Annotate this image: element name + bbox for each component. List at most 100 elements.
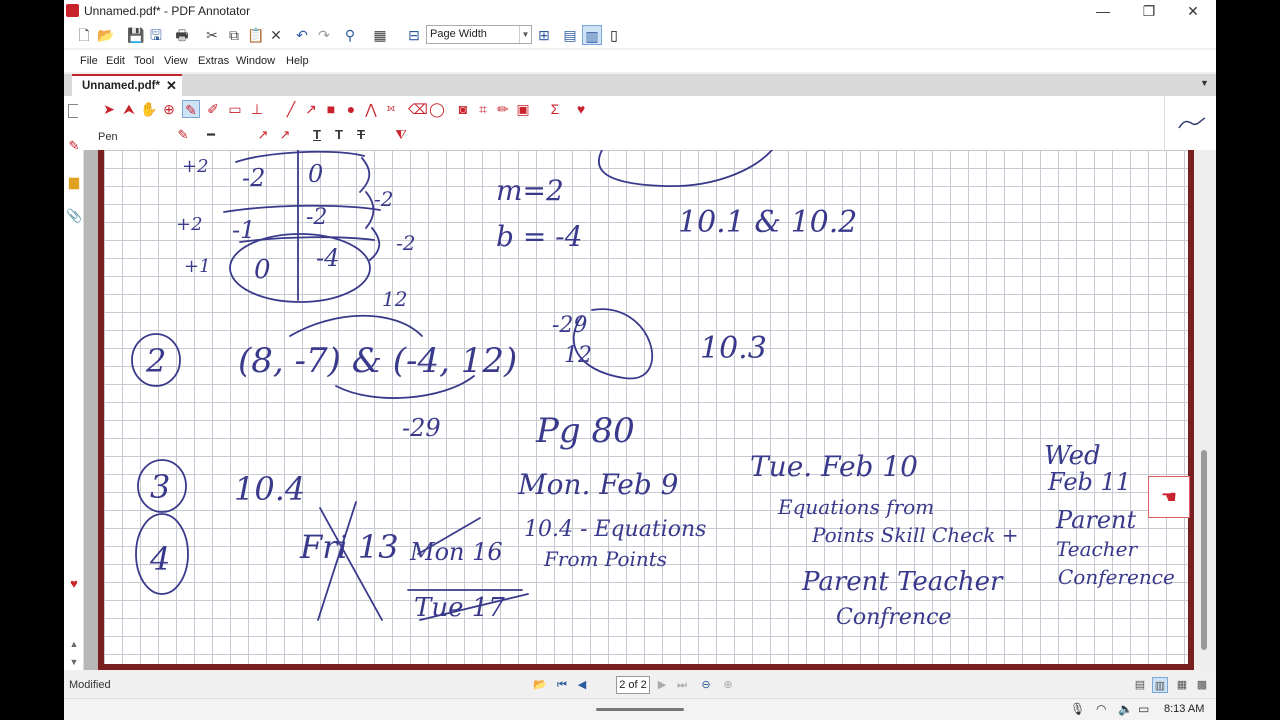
menu-edit[interactable]: Edit [106, 55, 125, 67]
grid-view-icon[interactable]: ▩ [1194, 677, 1210, 693]
smoothing-icon[interactable]: ↗ [254, 126, 272, 144]
ellipse-icon[interactable]: ● [342, 100, 360, 118]
redo-icon[interactable]: ↷ [314, 25, 334, 45]
crop-icon[interactable]: ⌗ [474, 100, 492, 118]
continuous-view-icon[interactable]: ▥ [1152, 677, 1168, 693]
text-bold-icon[interactable]: T [330, 126, 348, 144]
delete-icon[interactable]: ✕ [266, 25, 286, 45]
line-style-icon[interactable]: ━ [202, 126, 220, 144]
microphone-icon[interactable]: 🎙 [1070, 702, 1085, 716]
select-arrow-icon[interactable]: ➤ [100, 100, 118, 118]
two-page-view-icon[interactable]: ▦ [1174, 677, 1190, 693]
menu-file[interactable]: File [80, 55, 98, 67]
forward-icon[interactable]: ⊕ [720, 677, 736, 693]
cut-icon[interactable]: ✂ [202, 25, 222, 45]
zoom-tool-icon[interactable]: ⊕ [160, 100, 178, 118]
points-label: (8, -7) & (-4, 12) [238, 341, 517, 381]
pen-tool-icon[interactable]: ✎ [182, 100, 200, 118]
line-icon[interactable]: ╱ [282, 100, 300, 118]
print-icon[interactable]: 🖶 [172, 25, 192, 45]
modified-status: Modified [69, 679, 111, 691]
menu-tool[interactable]: Tool [134, 55, 154, 67]
favorites-icon[interactable]: ♥ [572, 100, 590, 118]
text-underline-icon[interactable]: T [308, 126, 326, 144]
crossed-date: Fri 13 [299, 528, 399, 566]
touch-hand-icon[interactable]: ☚ [1148, 476, 1190, 518]
straighten-icon[interactable]: ↗ [276, 126, 294, 144]
taskbar-handle[interactable] [596, 708, 684, 711]
marker-icon[interactable]: ✏ [494, 100, 512, 118]
last-page-icon[interactable]: ⏭ [674, 677, 690, 693]
favorites-heart-icon[interactable]: ♥ [66, 576, 82, 592]
battery-icon[interactable]: ▭ [1138, 702, 1149, 716]
scrollbar-thumb[interactable] [1201, 450, 1207, 650]
snapshot-icon[interactable]: ◙ [454, 100, 472, 118]
attachment-icon[interactable]: 📎 [66, 208, 82, 224]
handwriting-layer: +2 +2 +1 -2 0 -1 -2 0 -4 -2 -2 m=2 b = -… [131, 150, 1175, 630]
layout-icon[interactable]: ▦ [370, 25, 390, 45]
table-cell: -2 [242, 164, 265, 192]
save-icon[interactable]: 💾 [126, 25, 146, 45]
annotation-toolbar: ➤ ⮝ ✋ ⊕ ✎ ✐ ▭ ⊥ ╱ ↗ ■ ● ⋀ ⟗ ⌫ ◯ ◙ ⌗ ✏ ▣ … [78, 96, 1164, 150]
minimize-button[interactable]: — [1080, 0, 1126, 22]
save-as-icon[interactable]: 🖫 [146, 25, 166, 45]
ruler-icon[interactable]: ⟗ [382, 100, 400, 118]
scroll-up-icon[interactable]: ▲ [66, 636, 82, 652]
scroll-down-icon[interactable]: ▼ [66, 654, 82, 670]
new-document-icon[interactable]: 🗋 [74, 25, 94, 45]
polyline-icon[interactable]: ⋀ [362, 100, 380, 118]
volume-icon[interactable]: 🔈 [1118, 702, 1133, 716]
hand-tool-icon[interactable]: ✋ [140, 100, 158, 118]
chevron-down-icon: ▼ [519, 26, 531, 43]
problem-number: 4 [149, 540, 170, 578]
bookmark-tool-icon[interactable]: ⧨ [392, 126, 410, 144]
arrow-icon[interactable]: ↗ [302, 100, 320, 118]
vertical-scrollbar[interactable] [1194, 150, 1216, 670]
eraser-icon[interactable]: ⌫ [408, 100, 428, 118]
tab-unnamed-pdf[interactable]: Unnamed.pdf* ✕ [72, 74, 182, 96]
undo-icon[interactable]: ↶ [292, 25, 312, 45]
previous-page-icon[interactable]: ◀ [574, 677, 590, 693]
text-box-icon[interactable]: ▭ [226, 100, 244, 118]
copy-icon[interactable]: ⧉ [224, 25, 244, 45]
zoom-in-icon[interactable]: ⊞ [534, 25, 554, 45]
highlighter-icon[interactable]: ✐ [204, 100, 222, 118]
close-button[interactable]: ✕ [1170, 0, 1216, 22]
paste-icon[interactable]: 📋 [246, 25, 266, 45]
comment-icon[interactable]: ◯ [428, 100, 446, 118]
stamp-icon[interactable]: ⊥ [248, 100, 266, 118]
single-page-icon[interactable]: ▤ [560, 25, 580, 45]
back-icon[interactable]: ⊖ [698, 677, 714, 693]
maximize-button[interactable]: ❐ [1126, 0, 1172, 22]
find-icon[interactable]: ⚲ [340, 25, 360, 45]
single-page-view-icon[interactable]: ▤ [1132, 677, 1148, 693]
menu-extras[interactable]: Extras [198, 55, 229, 67]
menu-help[interactable]: Help [286, 55, 309, 67]
sum-icon[interactable]: Σ [546, 100, 564, 118]
menu-bar: File Edit Tool View Extras Window Help [64, 50, 1216, 72]
continuous-page-icon[interactable]: ▥ [582, 25, 602, 45]
next-page-icon[interactable]: ▶ [654, 677, 670, 693]
system-clock: 8:13 AM [1164, 703, 1205, 715]
menu-window[interactable]: Window [236, 55, 275, 67]
wednesday-line: Conference [1058, 565, 1175, 589]
open-folder-icon[interactable]: 📂 [96, 25, 116, 45]
tabs-dropdown-icon[interactable]: ▼ [1200, 78, 1209, 88]
text-strike-icon[interactable]: T [352, 126, 370, 144]
folder-icon[interactable]: ▆ [66, 174, 82, 190]
open-folder-status-icon[interactable]: 📂 [532, 677, 548, 693]
select-text-icon[interactable]: ⮝ [120, 100, 138, 118]
document-viewport[interactable]: +2 +2 +1 -2 0 -1 -2 0 -4 -2 -2 m=2 b = -… [84, 150, 1216, 670]
menu-view[interactable]: View [164, 55, 188, 67]
zoom-out-icon[interactable]: ⊟ [404, 25, 424, 45]
pen-color-icon[interactable]: ✎ [174, 126, 192, 144]
wifi-icon[interactable]: ◠ [1096, 702, 1106, 716]
pdf-page[interactable]: +2 +2 +1 -2 0 -1 -2 0 -4 -2 -2 m=2 b = -… [98, 150, 1194, 670]
zoom-select[interactable]: Page Width ▼ [426, 25, 532, 44]
first-page-icon[interactable]: ⏮ [554, 677, 570, 693]
fullscreen-icon[interactable]: ▯ [604, 25, 624, 45]
page-number-field[interactable]: 2 of 2 [616, 676, 650, 694]
rectangle-icon[interactable]: ■ [322, 100, 340, 118]
image-icon[interactable]: ▣ [514, 100, 532, 118]
tab-close-icon[interactable]: ✕ [166, 78, 177, 94]
